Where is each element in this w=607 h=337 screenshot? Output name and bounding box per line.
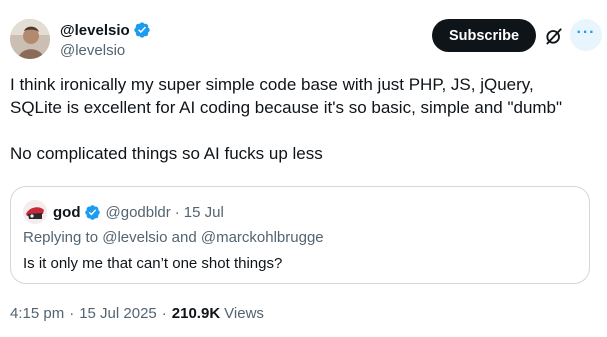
views-count[interactable]: 210.9K — [172, 305, 220, 322]
views-label: Views — [224, 305, 264, 322]
more-button[interactable]: ··· — [570, 19, 602, 51]
replying-and: and — [171, 229, 197, 246]
avatar[interactable] — [10, 19, 50, 59]
quoted-avatar[interactable] — [23, 200, 47, 224]
subscribe-button[interactable]: Subscribe — [432, 19, 536, 52]
verified-badge-icon — [133, 22, 150, 38]
tweet-date[interactable]: 15 Jul 2025 — [79, 305, 157, 322]
quoted-tweet-text: Is it only me that can’t one shot things… — [23, 255, 283, 272]
quoted-separator: · — [174, 203, 180, 221]
quoted-tweet-header: god @godbldr · 15 Jul — [23, 200, 224, 224]
meta-separator-2: · — [161, 305, 167, 322]
tweet-meta: 4:15 pm · 15 Jul 2025 · 210.9K Views — [10, 305, 264, 322]
author-display-name[interactable]: @levelsio — [60, 22, 130, 39]
tweet-time[interactable]: 4:15 pm — [10, 305, 64, 322]
replying-mention-marckohlbrugge[interactable]: @marckohlbrugge — [201, 229, 324, 246]
tweet-line-3: No complicated things so AI fucks up les… — [10, 144, 323, 163]
author-block: @levelsio @levelsio — [60, 19, 151, 59]
quoted-display-name[interactable]: god — [53, 204, 81, 221]
meta-separator: · — [69, 305, 75, 322]
tweet-line-1: I think ironically my super simple code … — [10, 75, 534, 94]
replying-mention-levelsio[interactable]: @levelsio — [102, 229, 167, 246]
replying-prefix: Replying to — [23, 229, 99, 246]
quoted-tweet-card[interactable]: god @godbldr · 15 Jul Replying to @level… — [10, 186, 590, 284]
quoted-replying-to: Replying to @levelsio and @marckohlbrugg… — [23, 229, 324, 246]
quoted-date[interactable]: 15 Jul — [184, 204, 224, 221]
author-handle[interactable]: @levelsio — [60, 42, 151, 59]
more-icon: ··· — [576, 24, 596, 41]
tweet-text: I think ironically my super simple code … — [10, 73, 600, 165]
quoted-handle[interactable]: @godbldr — [106, 204, 171, 221]
grok-icon[interactable] — [544, 26, 564, 46]
tweet-line-2: SQLite is excellent for AI coding becaus… — [10, 98, 563, 117]
quoted-verified-badge-icon — [84, 204, 100, 220]
